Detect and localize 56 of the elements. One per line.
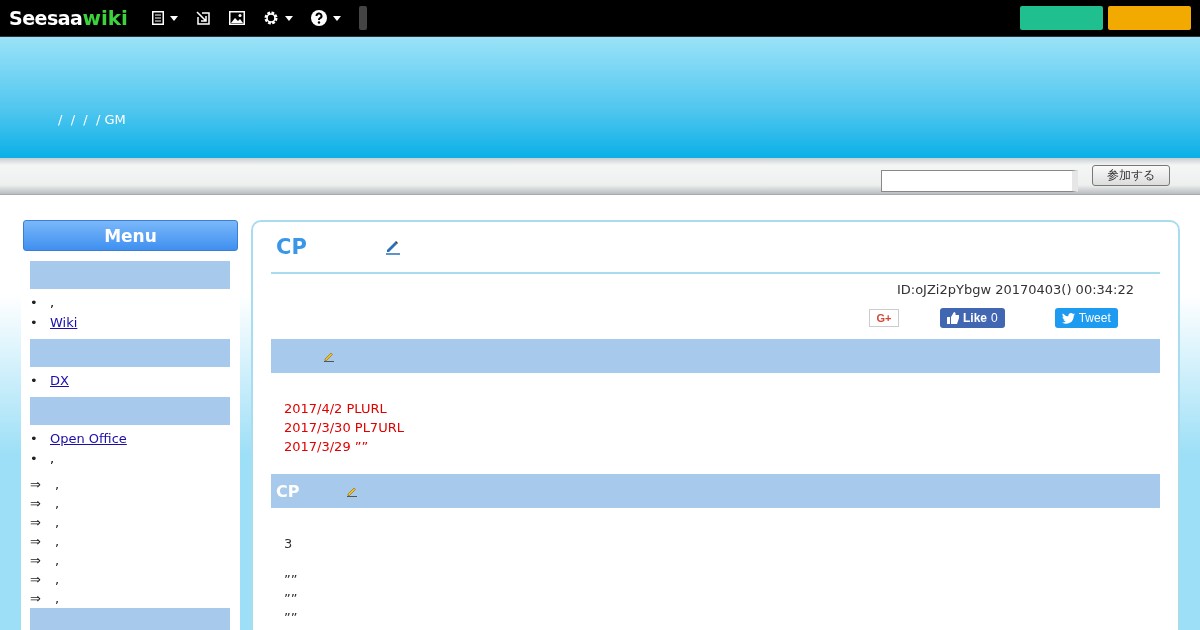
menu-text: ,	[54, 590, 60, 608]
pencil-icon[interactable]	[323, 350, 335, 362]
like-button[interactable]: Like 0	[940, 308, 1005, 328]
update-notice: 2017/4/2 PLURL	[284, 400, 388, 418]
image-icon[interactable]	[228, 11, 245, 25]
menu-text: ,	[54, 552, 60, 570]
menu-text: ,	[54, 571, 60, 589]
menu-link[interactable]: Wiki	[50, 313, 78, 333]
menu-text: ,	[54, 533, 60, 551]
caret-icon[interactable]	[332, 15, 341, 21]
help-icon[interactable]	[310, 10, 327, 26]
quote-text: ””	[284, 609, 299, 627]
join-button[interactable]: 参加する	[1092, 165, 1170, 186]
paragraph: 3	[284, 535, 294, 553]
menu-link[interactable]: DX	[50, 371, 69, 391]
google-plus-button[interactable]: G+	[869, 309, 899, 327]
update-notice: 2017/3/30 PL7URL	[284, 419, 405, 437]
logo-text[interactable]: Seesaa	[9, 7, 83, 29]
scrollbar-handle[interactable]	[358, 6, 367, 30]
page-title: CP	[276, 235, 308, 259]
bullet-glyph: •	[30, 372, 39, 390]
pencil-icon[interactable]	[384, 239, 400, 255]
bullet-glyph: •	[30, 294, 39, 312]
pencil-icon[interactable]	[346, 485, 358, 497]
arrow-glyph: ⇒	[30, 495, 41, 513]
menu-text: ,	[50, 294, 55, 312]
arrow-glyph: ⇒	[30, 571, 41, 589]
update-notice: 2017/3/29 ””	[284, 438, 370, 456]
arrow-glyph: ⇒	[30, 514, 41, 532]
breadcrumb: / / / / GM	[58, 112, 126, 127]
bird-icon	[1061, 312, 1075, 324]
quote-text: ””	[284, 571, 299, 589]
bullet-glyph: •	[30, 430, 39, 448]
arrow-glyph: ⇒	[30, 476, 41, 494]
menu-text: ,	[54, 476, 60, 494]
menu-title: Menu	[23, 220, 238, 251]
caret-icon[interactable]	[284, 15, 293, 21]
settings-icon[interactable]	[262, 10, 279, 26]
menu-text: ,	[54, 495, 60, 513]
arrow-glyph: ⇒	[30, 533, 41, 551]
menu-text: ,	[54, 514, 60, 532]
bullet-glyph: •	[30, 450, 39, 468]
logo-text[interactable]: wiki	[82, 6, 128, 30]
resize-icon[interactable]	[195, 10, 211, 26]
section-heading: CP	[276, 481, 301, 501]
search-field[interactable]	[881, 170, 1078, 192]
caret-icon[interactable]	[169, 15, 178, 21]
document-icon[interactable]	[151, 11, 164, 25]
arrow-glyph: ⇒	[30, 552, 41, 570]
quote-text: ””	[284, 590, 299, 608]
thumbs-up-icon	[947, 312, 959, 324]
bullet-glyph: •	[30, 314, 39, 332]
menu-text: ,	[50, 450, 55, 468]
page-meta: ID:oJZi2pYbgw 20170403() 00:34:22	[895, 281, 1135, 299]
arrow-glyph: ⇒	[30, 590, 41, 608]
menu-link[interactable]: Open Office	[50, 429, 127, 449]
